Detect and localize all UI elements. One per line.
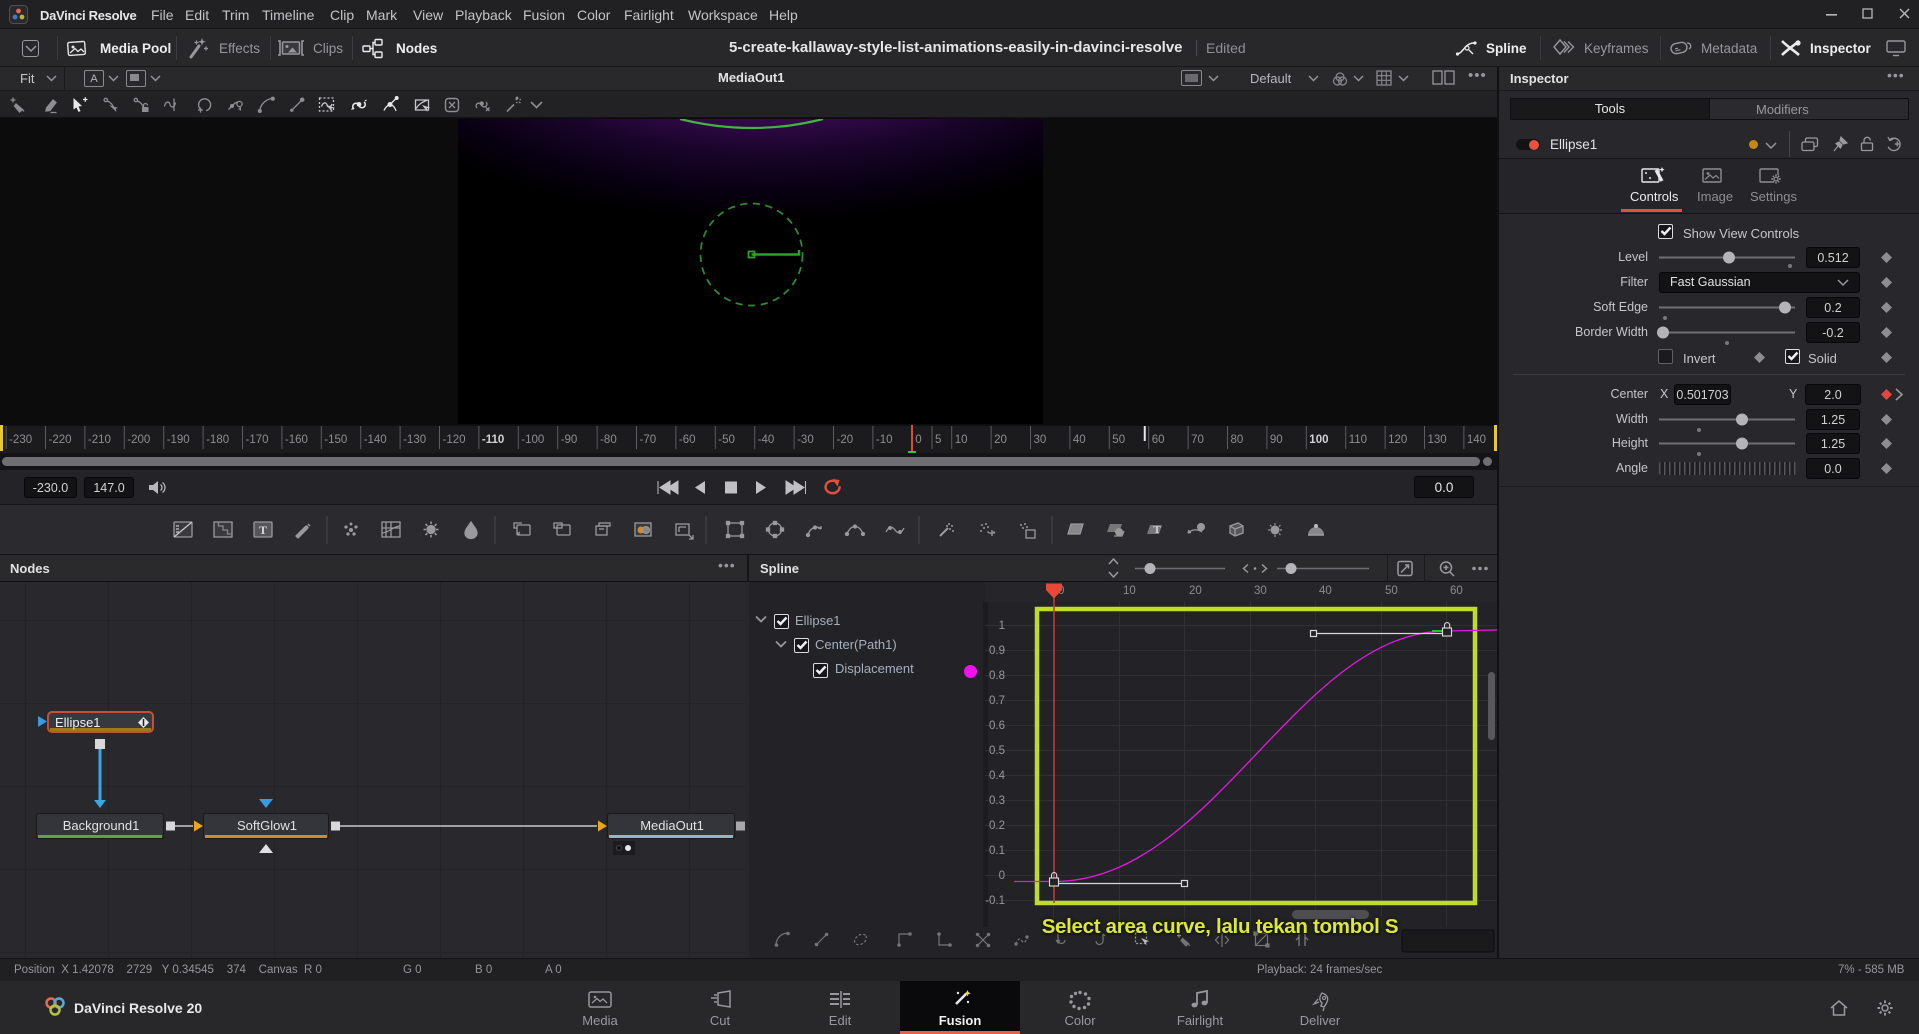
svg-text:30: 30 — [1254, 585, 1267, 597]
svg-text:60: 60 — [1152, 434, 1165, 446]
svg-text:-20: -20 — [837, 434, 854, 446]
svg-text:-130: -130 — [403, 434, 426, 446]
svg-text:0: 0 — [999, 870, 1005, 882]
svg-text:-200: -200 — [127, 434, 150, 446]
svg-text:-30: -30 — [797, 434, 814, 446]
svg-text:110: 110 — [1349, 434, 1367, 446]
svg-text:-160: -160 — [285, 434, 308, 446]
svg-text:130: 130 — [1428, 434, 1447, 446]
svg-text:10: 10 — [955, 434, 968, 446]
svg-text:80: 80 — [1231, 434, 1244, 446]
svg-text:-210: -210 — [88, 434, 111, 446]
svg-text:1: 1 — [999, 620, 1005, 632]
svg-text:-10: -10 — [876, 434, 893, 446]
svg-text:-110: -110 — [482, 434, 504, 446]
svg-text:-60: -60 — [679, 434, 696, 446]
svg-text:0.4: 0.4 — [989, 770, 1006, 782]
svg-text:-190: -190 — [167, 434, 190, 446]
svg-text:140: 140 — [1467, 434, 1486, 446]
svg-text:70: 70 — [1191, 434, 1204, 446]
svg-text:50: 50 — [1385, 585, 1398, 597]
svg-text:-180: -180 — [206, 434, 229, 446]
svg-text:-170: -170 — [246, 434, 269, 446]
svg-text:50: 50 — [1112, 434, 1125, 446]
svg-text:-70: -70 — [640, 434, 657, 446]
svg-text:10: 10 — [1123, 585, 1136, 597]
svg-text:T: T — [1153, 524, 1161, 536]
svg-text:-40: -40 — [758, 434, 775, 446]
svg-text:0.2: 0.2 — [989, 820, 1005, 832]
svg-text:-90: -90 — [561, 434, 578, 446]
svg-text:0.9: 0.9 — [989, 645, 1005, 657]
svg-text:30: 30 — [1034, 434, 1047, 446]
svg-text:0.8: 0.8 — [989, 670, 1005, 682]
svg-text:-0.1: -0.1 — [985, 895, 1005, 907]
svg-text:100: 100 — [1309, 434, 1328, 446]
svg-text:60: 60 — [1450, 585, 1463, 597]
svg-text:-220: -220 — [49, 434, 72, 446]
svg-text:0.7: 0.7 — [989, 695, 1005, 707]
svg-text:0.6: 0.6 — [989, 720, 1005, 732]
svg-text:90: 90 — [1270, 434, 1283, 446]
svg-text:0.5: 0.5 — [989, 745, 1005, 757]
svg-text:-50: -50 — [718, 434, 735, 446]
svg-text:0.1: 0.1 — [989, 845, 1005, 857]
svg-text:20: 20 — [994, 434, 1007, 446]
svg-text:-80: -80 — [600, 434, 617, 446]
svg-text:5: 5 — [935, 434, 941, 446]
svg-text:-230: -230 — [9, 434, 32, 446]
svg-text:40: 40 — [1319, 585, 1332, 597]
svg-text:40: 40 — [1073, 434, 1086, 446]
svg-text:-150: -150 — [324, 434, 347, 446]
svg-text:-120: -120 — [443, 434, 466, 446]
svg-text:T: T — [259, 523, 267, 537]
svg-text:20: 20 — [1189, 585, 1202, 597]
svg-text:-100: -100 — [521, 434, 544, 446]
svg-text:120: 120 — [1388, 434, 1407, 446]
svg-text:0: 0 — [915, 434, 921, 446]
svg-text:0.3: 0.3 — [989, 795, 1005, 807]
svg-text:-140: -140 — [364, 434, 387, 446]
